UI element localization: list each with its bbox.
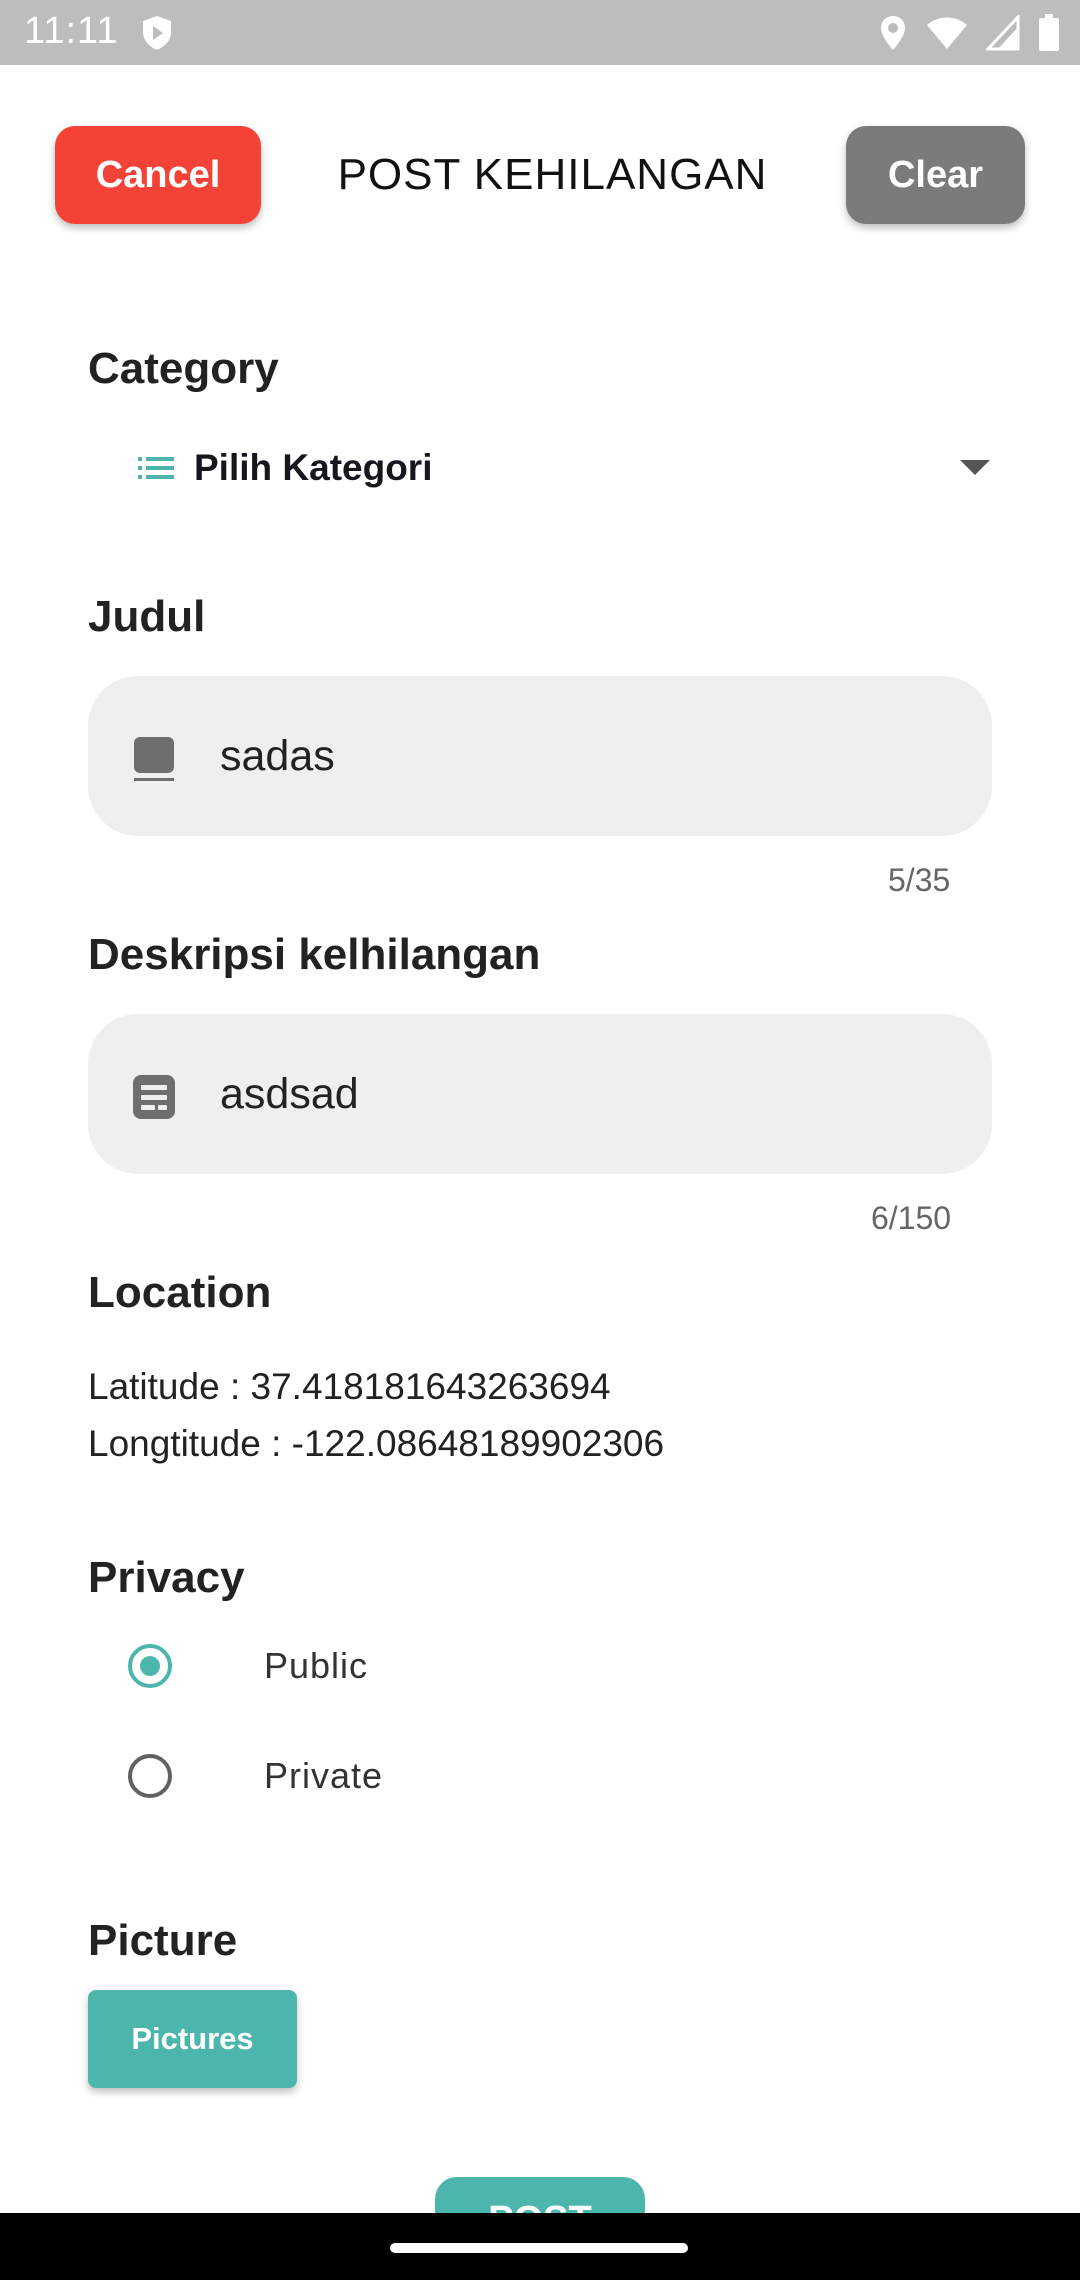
deskripsi-value: asdsad [220, 1069, 359, 1118]
category-label: Category [88, 344, 279, 393]
location-pin-icon [881, 16, 905, 50]
radio-private[interactable] [128, 1754, 172, 1798]
radio-public-label: Public [264, 1645, 369, 1686]
cancel-button[interactable]: Cancel [55, 126, 261, 224]
radio-public[interactable] [128, 1644, 172, 1688]
signal-icon [986, 15, 1020, 51]
clear-button[interactable]: Clear [846, 126, 1025, 224]
deskripsi-label: Deskripsi kelhilangan [88, 930, 541, 979]
description-icon [133, 1075, 175, 1119]
category-selected-value: Pilih Kategori [194, 447, 433, 488]
title-icon [134, 737, 174, 781]
home-gesture-handle[interactable] [390, 2243, 688, 2253]
shield-play-icon [143, 16, 171, 50]
judul-label: Judul [88, 592, 206, 641]
chevron-down-icon [960, 460, 990, 475]
battery-icon [1039, 14, 1059, 51]
picture-label: Picture [88, 1916, 238, 1965]
radio-private-label: Private [264, 1755, 384, 1796]
judul-input[interactable]: sadas [88, 676, 992, 836]
location-label: Location [88, 1268, 272, 1317]
latitude-text: Latitude : 37.418181643263694 [88, 1366, 611, 1407]
category-dropdown[interactable]: Pilih Kategori [120, 430, 990, 506]
status-bar: 11:11 [0, 0, 1080, 65]
navigation-bar [0, 2213, 1080, 2280]
header: Cancel POST KEHILANGAN Clear [0, 126, 1080, 226]
deskripsi-counter: 6/150 [871, 1200, 952, 1236]
privacy-label: Privacy [88, 1553, 245, 1602]
pictures-button[interactable]: Pictures [88, 1990, 297, 2088]
privacy-option-private[interactable]: Private [128, 1746, 383, 1806]
deskripsi-input[interactable]: asdsad [88, 1014, 992, 1174]
list-icon [138, 457, 174, 479]
status-time: 11:11 [24, 10, 119, 52]
judul-value: sadas [220, 731, 335, 780]
privacy-option-public[interactable]: Public [128, 1636, 368, 1696]
page-title: POST KEHILANGAN [337, 150, 768, 199]
longitude-text: Longtitude : -122.08648189902306 [88, 1423, 665, 1464]
wifi-icon [927, 17, 967, 49]
judul-counter: 5/35 [888, 862, 951, 898]
